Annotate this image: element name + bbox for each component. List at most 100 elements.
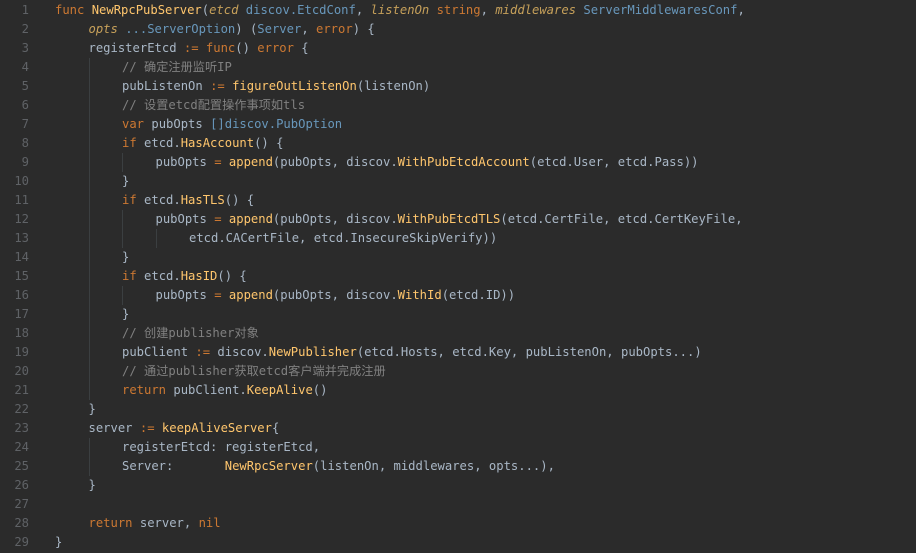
code-line[interactable]: 11 if etcd.HasTLS() { <box>0 191 916 210</box>
code-line[interactable]: 20 // 通过publisher获取etcd客户端并完成注册 <box>0 362 916 381</box>
code-line[interactable]: 1 func NewRpcPubServer(etcd discov.EtcdCo… <box>0 1 916 20</box>
code-text[interactable]: // 创建publisher对象 <box>122 324 259 343</box>
code-line[interactable]: 8 if etcd.HasAccount() { <box>0 134 916 153</box>
code-token: etcd. <box>144 269 181 283</box>
code-text[interactable]: opts ...ServerOption) (Server, error) { <box>89 20 375 39</box>
code-text[interactable]: server := keepAliveServer{ <box>89 419 280 438</box>
line-number: 1 <box>21 3 29 17</box>
code-text[interactable]: pubOpts = append(pubOpts, discov.WithPub… <box>156 153 699 172</box>
code-text[interactable]: } <box>122 248 129 267</box>
code-token: append <box>228 155 273 169</box>
code-text[interactable]: } <box>122 305 129 324</box>
line-number: 25 <box>14 459 29 473</box>
code-text[interactable]: // 通过publisher获取etcd客户端并完成注册 <box>122 362 386 381</box>
line-number: 23 <box>14 421 29 435</box>
code-line[interactable]: 23 server := keepAliveServer{ <box>0 419 916 438</box>
code-line[interactable]: 19 pubClient := discov.NewPublisher(etcd.… <box>0 343 916 362</box>
code-token: var <box>122 117 152 131</box>
code-token: } <box>55 535 63 549</box>
indent-guide <box>88 96 90 115</box>
code-token: , <box>480 3 496 17</box>
code-token: return <box>122 383 174 397</box>
indent-guide <box>88 134 90 153</box>
code-token: (etcd.Hosts, etcd.Key, pubListenOn, pubO… <box>356 345 702 359</box>
code-text[interactable]: var pubOpts []discov.PubOption <box>122 115 342 134</box>
indent-guide <box>88 324 90 343</box>
code-text[interactable]: etcd.CACertFile, etcd.InsecureSkipVerify… <box>189 229 497 248</box>
code-line[interactable]: 13 etcd.CACertFile, etcd.InsecureSkipVeri… <box>0 229 916 248</box>
code-text[interactable]: func NewRpcPubServer(etcd discov.EtcdCon… <box>55 1 745 20</box>
code-token: pubListenOn <box>122 79 211 93</box>
code-text[interactable]: Server: NewRpcServer(listenOn, middlewar… <box>122 457 555 476</box>
code-text[interactable]: } <box>122 172 129 191</box>
code-line[interactable]: 2 opts ...ServerOption) (Server, error) { <box>0 20 916 39</box>
indent-guide <box>122 286 123 305</box>
code-line[interactable]: 17} <box>0 305 916 324</box>
code-line[interactable]: 29} <box>0 533 916 552</box>
code-line[interactable]: 27 <box>0 495 916 514</box>
code-editor[interactable]: 1 func NewRpcPubServer(etcd discov.EtcdCo… <box>0 0 916 553</box>
code-line[interactable]: 16 pubOpts = append(pubOpts, discov.WithI… <box>0 286 916 305</box>
line-number: 9 <box>21 155 29 169</box>
code-line[interactable]: 15 if etcd.HasID() { <box>0 267 916 286</box>
code-line[interactable]: 9 pubOpts = append(pubOpts, discov.WithPu… <box>0 153 916 172</box>
code-token: figureOutListenOn <box>232 79 357 93</box>
code-line[interactable]: 18 // 创建publisher对象 <box>0 324 916 343</box>
line-number: 28 <box>14 516 29 530</box>
indent-guide <box>88 438 90 457</box>
code-token: (pubOpts, discov. <box>272 155 398 169</box>
code-line[interactable]: 10} <box>0 172 916 191</box>
code-token: KeepAlive <box>246 383 313 397</box>
code-line[interactable]: 22} <box>0 400 916 419</box>
code-text[interactable]: } <box>89 400 96 419</box>
code-text[interactable]: pubListenOn := figureOutListenOn(listenO… <box>122 77 430 96</box>
code-text[interactable]: // 确定注册监听IP <box>122 58 232 77</box>
line-number: 3 <box>21 41 29 55</box>
code-line[interactable]: 21 return pubClient.KeepAlive() <box>0 381 916 400</box>
code-token: } <box>122 174 130 188</box>
indent-guide <box>88 381 90 400</box>
code-text[interactable]: } <box>89 476 96 495</box>
line-number: 7 <box>21 117 29 131</box>
code-token: ) ( <box>235 22 258 36</box>
code-text[interactable]: return server, nil <box>89 514 221 533</box>
code-line[interactable]: 25 Server: NewRpcServer(listenOn, middlew… <box>0 457 916 476</box>
code-token: pubOpts <box>151 117 211 131</box>
code-line[interactable]: 5 pubListenOn := figureOutListenOn(listen… <box>0 77 916 96</box>
code-text[interactable]: return pubClient.KeepAlive() <box>122 381 327 400</box>
indent-guide <box>88 362 90 381</box>
code-token: discov.EtcdConf <box>238 3 356 17</box>
code-text[interactable]: } <box>55 533 62 552</box>
code-line[interactable]: 3 registerEtcd := func() error { <box>0 39 916 58</box>
code-line[interactable]: 12 pubOpts = append(pubOpts, discov.WithP… <box>0 210 916 229</box>
code-text[interactable]: if etcd.HasTLS() { <box>122 191 254 210</box>
code-line[interactable]: 7 var pubOpts []discov.PubOption <box>0 115 916 134</box>
code-token: () { <box>254 136 284 150</box>
code-token: HasAccount <box>180 136 255 150</box>
code-line[interactable]: 4 // 确定注册监听IP <box>0 58 916 77</box>
code-line[interactable]: 6 // 设置etcd配置操作事项如tls <box>0 96 916 115</box>
code-line[interactable]: 24 registerEtcd: registerEtcd, <box>0 438 916 457</box>
code-token: pubClient <box>122 345 196 359</box>
code-text[interactable]: // 设置etcd配置操作事项如tls <box>122 96 305 115</box>
code-line[interactable]: 28 return server, nil <box>0 514 916 533</box>
code-text[interactable]: pubOpts = append(pubOpts, discov.WithId(… <box>156 286 516 305</box>
code-text[interactable]: if etcd.HasAccount() { <box>122 134 283 153</box>
line-number: 13 <box>14 231 29 245</box>
code-token: (listenOn) <box>356 79 431 93</box>
code-token: // 创建publisher对象 <box>122 326 259 340</box>
indent-guide <box>122 153 123 172</box>
code-token: pubClient. <box>173 383 247 397</box>
code-line[interactable]: 26} <box>0 476 916 495</box>
code-text[interactable]: registerEtcd := func() error { <box>89 39 309 58</box>
code-text[interactable]: pubClient := discov.NewPublisher(etcd.Ho… <box>122 343 702 362</box>
code-text[interactable]: registerEtcd: registerEtcd, <box>122 438 320 457</box>
code-token: if <box>122 269 145 283</box>
code-line[interactable]: 14} <box>0 248 916 267</box>
code-token: (etcd.ID)) <box>441 288 516 302</box>
line-number: 29 <box>14 535 29 549</box>
code-token: ...ServerOption <box>117 22 236 36</box>
indent-guide <box>88 305 90 324</box>
code-text[interactable]: if etcd.HasID() { <box>122 267 247 286</box>
code-text[interactable]: pubOpts = append(pubOpts, discov.WithPub… <box>156 210 743 229</box>
